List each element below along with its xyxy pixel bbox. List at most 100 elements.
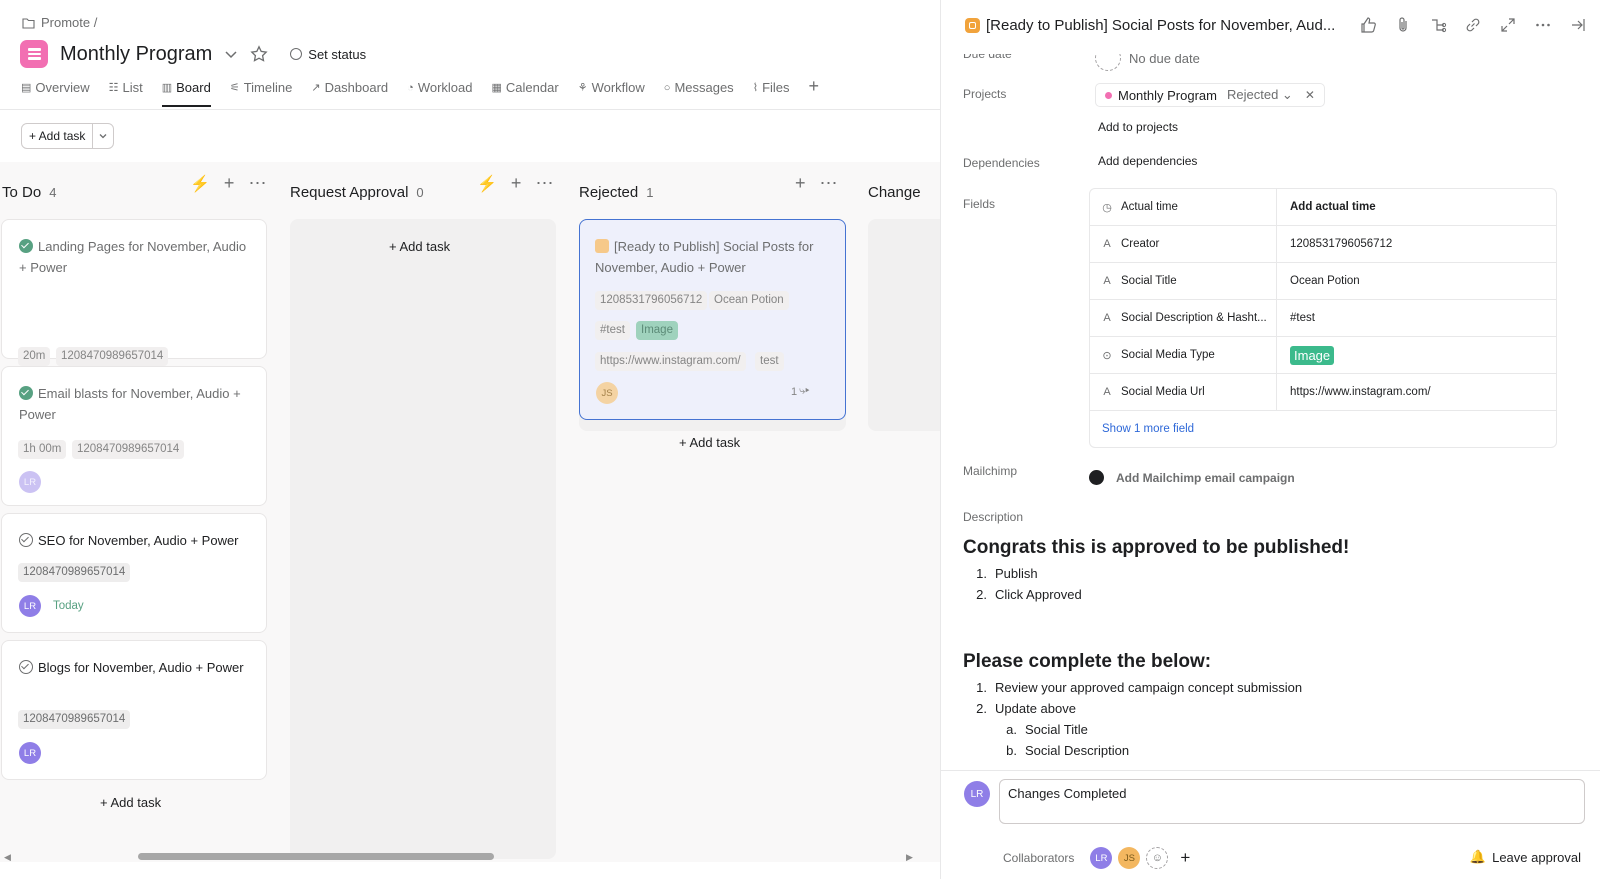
- link-icon[interactable]: [1464, 16, 1482, 34]
- task-card[interactable]: Blogs for November, Audio + Power 120847…: [1, 640, 267, 780]
- completed-check-icon[interactable]: [19, 239, 33, 253]
- dropdown-field-icon: ⊙: [1102, 349, 1112, 362]
- breadcrumb[interactable]: Promote /: [22, 15, 97, 30]
- field-name: A Social Media Url: [1090, 374, 1277, 410]
- collaborators-label: Collaborators: [1003, 851, 1075, 865]
- tab-timeline[interactable]: ⚟ Timeline: [230, 80, 303, 105]
- project-section-dropdown[interactable]: Rejected ⌄: [1227, 87, 1293, 103]
- project-icon[interactable]: [20, 40, 48, 68]
- field-value[interactable]: Image: [1277, 337, 1556, 373]
- add-tab-plus-icon[interactable]: +: [809, 76, 820, 105]
- plus-icon[interactable]: +: [1180, 848, 1190, 868]
- expand-icon[interactable]: [1499, 16, 1517, 34]
- tab-calendar[interactable]: ▦ Calendar: [492, 80, 569, 105]
- collaborators: Collaborators LR JS ☺ +: [1003, 847, 1190, 869]
- completed-check-icon[interactable]: [19, 386, 33, 400]
- tab-list[interactable]: ☷ List: [109, 80, 153, 105]
- task-card-selected[interactable]: [Ready to Publish] Social Posts for Nove…: [579, 219, 846, 420]
- add-task-rejected[interactable]: + Add task: [679, 435, 740, 450]
- plus-icon[interactable]: +: [795, 173, 806, 194]
- comment-input[interactable]: Changes Completed: [999, 779, 1585, 824]
- avatar[interactable]: JS: [596, 382, 618, 404]
- view-tabs: ▤ Overview ☷ List ▥ Board ⚟ Timeline ↗ Dashbo…: [21, 76, 819, 107]
- chevron-down-icon[interactable]: [93, 124, 113, 148]
- field-value[interactable]: 1208531796056712: [1277, 226, 1556, 262]
- lightning-icon[interactable]: ⚡: [190, 174, 210, 194]
- more-icon[interactable]: ⋯: [248, 173, 266, 194]
- column-count: 0: [416, 185, 424, 200]
- breadcrumb-label[interactable]: Promote /: [41, 15, 97, 30]
- tab-workflow[interactable]: ⚘ Workflow: [578, 80, 655, 105]
- scrollbar-thumb[interactable]: [138, 853, 494, 860]
- project-name[interactable]: Monthly Program: [1118, 88, 1217, 103]
- column-header-todo[interactable]: To Do 4: [2, 184, 56, 201]
- project-title[interactable]: Monthly Program: [60, 43, 212, 66]
- horizontal-scrollbar[interactable]: ◀ ▶: [0, 852, 940, 863]
- field-value[interactable]: Add actual time: [1277, 189, 1556, 225]
- tab-overview[interactable]: ▤ Overview: [21, 80, 100, 105]
- add-to-projects-link[interactable]: Add to projects: [1098, 120, 1178, 134]
- tab-board[interactable]: ▥ Board: [161, 80, 221, 107]
- collaborator-avatar[interactable]: JS: [1118, 847, 1141, 869]
- avatar[interactable]: LR: [19, 471, 41, 493]
- description-label: Description: [963, 510, 1024, 524]
- chevron-down-icon[interactable]: [224, 47, 238, 61]
- scroll-right-icon[interactable]: ▶: [906, 852, 913, 863]
- field-value[interactable]: Ocean Potion: [1277, 263, 1556, 299]
- tab-dashboard[interactable]: ↗ Dashboard: [311, 80, 398, 105]
- task-card[interactable]: Email blasts for November, Audio + Power…: [1, 366, 267, 506]
- more-icon[interactable]: ⋯: [820, 173, 838, 194]
- list-item: 1. Publish: [963, 566, 1082, 587]
- more-icon[interactable]: [1534, 16, 1552, 34]
- show-more-fields-link[interactable]: Show 1 more field: [1090, 411, 1556, 447]
- workload-icon: ◔: [407, 81, 414, 94]
- column-title: Change: [868, 184, 921, 201]
- due-date[interactable]: Today: [53, 600, 84, 612]
- field-label: Social Media Url: [1121, 386, 1205, 398]
- field-value[interactable]: https://www.instagram.com/: [1277, 374, 1556, 410]
- workflow-icon: ⚘: [577, 82, 588, 94]
- add-mailchimp-campaign[interactable]: Add Mailchimp email campaign: [1089, 470, 1295, 485]
- set-status-button[interactable]: Set status: [290, 47, 366, 62]
- lightning-icon[interactable]: ⚡: [477, 174, 497, 194]
- set-status-label: Set status: [308, 46, 367, 62]
- check-circle-icon[interactable]: [19, 660, 33, 674]
- more-icon[interactable]: ⋯: [535, 173, 553, 194]
- plus-icon[interactable]: +: [511, 173, 522, 194]
- task-card[interactable]: SEO for November, Audio + Power 12084709…: [1, 513, 267, 633]
- thumbs-up-icon[interactable]: [1359, 16, 1377, 34]
- column-header-change[interactable]: Change: [868, 184, 921, 201]
- close-pane-icon[interactable]: [1569, 16, 1587, 34]
- add-dependencies-link[interactable]: Add dependencies: [1098, 154, 1197, 168]
- avatar[interactable]: LR: [19, 595, 41, 617]
- add-task-todo[interactable]: + Add task: [100, 795, 161, 810]
- plus-icon[interactable]: +: [224, 173, 235, 194]
- tab-messages[interactable]: ○ Messages: [664, 80, 744, 105]
- star-icon[interactable]: [250, 45, 268, 63]
- tab-files[interactable]: ⌇ Files: [753, 80, 800, 105]
- tab-label: Dashboard: [324, 80, 389, 95]
- check-circle-icon[interactable]: [19, 533, 33, 547]
- id-pill: 1208531796056712: [595, 291, 708, 310]
- add-task-request-approval[interactable]: + Add task: [389, 239, 450, 254]
- paperclip-icon[interactable]: [1394, 16, 1412, 34]
- add-task-button[interactable]: + Add task: [22, 124, 94, 148]
- column-header-rejected[interactable]: Rejected 1: [579, 184, 653, 201]
- collaborator-avatar[interactable]: LR: [1090, 847, 1113, 869]
- field-name: ⊙ Social Media Type: [1090, 337, 1277, 373]
- avatar[interactable]: LR: [19, 742, 41, 764]
- approval-icon[interactable]: [595, 239, 609, 253]
- scroll-left-icon[interactable]: ◀: [4, 852, 11, 863]
- field-value[interactable]: #test: [1277, 300, 1556, 336]
- subtask-icon[interactable]: [1429, 16, 1447, 34]
- column-header-request-approval[interactable]: Request Approval 0: [290, 184, 424, 201]
- remove-project-icon[interactable]: ✕: [1305, 88, 1315, 102]
- project-chip[interactable]: Monthly Program Rejected ⌄ ✕: [1095, 83, 1325, 107]
- task-title[interactable]: [Ready to Publish] Social Posts for Nove…: [986, 17, 1336, 34]
- subtask-count[interactable]: 1 ⤷▸: [791, 385, 810, 398]
- task-card[interactable]: Landing Pages for November, Audio + Powe…: [1, 219, 267, 400]
- tab-workload[interactable]: ◔ Workload: [407, 80, 482, 105]
- mailchimp-action-label: Add Mailchimp email campaign: [1116, 470, 1295, 485]
- add-collaborator-user-icon[interactable]: ☺: [1146, 847, 1169, 869]
- leave-approval-button[interactable]: 🔔 Leave approval: [1470, 849, 1581, 865]
